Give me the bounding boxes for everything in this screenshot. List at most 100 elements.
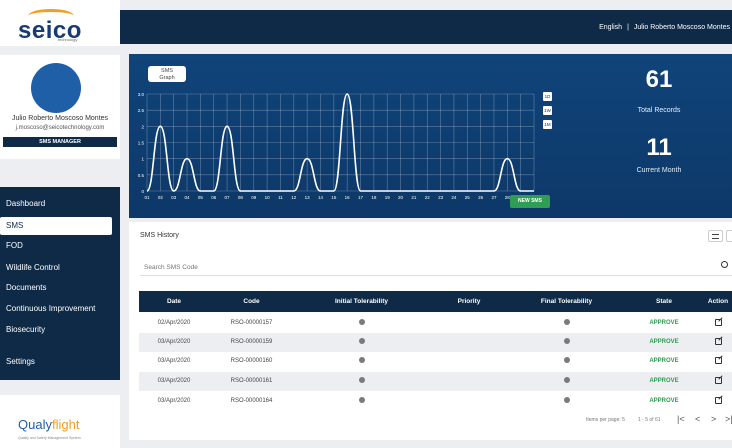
final-tolerability-dot [509,352,624,371]
x-tick-label: 15 [331,195,337,200]
x-tick-label: 26 [478,195,484,200]
pager-range: 1 - 5 of 61 [638,417,661,423]
cell-date: 03/Apr/2020 [157,378,191,384]
x-tick-label: 14 [318,195,324,200]
next-page-icon[interactable]: > [711,414,716,424]
language-selector[interactable]: English [599,24,622,31]
x-tick-label: 21 [411,195,417,200]
current-month-value: 11 [646,134,672,161]
search-bar [140,256,732,278]
cell-code: RSO-00000159 [230,339,273,345]
sidebar-item-continuous-improvement[interactable]: Continuous Improvement [0,300,120,318]
prev-page-icon[interactable]: < [695,414,700,424]
data-point [506,157,509,160]
cell-date: 03/Apr/2020 [157,398,191,404]
new-sms-button[interactable]: NEW SMS [510,195,550,208]
data-point [226,125,228,128]
cell-date: 03/Apr/2020 [157,339,191,345]
cell-state: APPROVE [649,378,679,384]
sidebar-item-sms[interactable]: SMS [0,217,112,235]
sms-graph-button[interactable]: SMS Graph [148,66,186,82]
x-tick-label: 09 [251,195,257,200]
y-tick-label: 1 [141,157,144,162]
table-row[interactable]: 02/Apr/2020 RSO-00000157 APPROVE [139,314,732,333]
sidebar-item-biosecurity[interactable]: Biosecurity [0,321,120,339]
x-tick-label: 10 [265,195,271,200]
cell-date: 02/Apr/2020 [157,320,191,326]
col-state[interactable]: State [624,291,704,312]
col-date[interactable]: Date [139,291,209,312]
cell-code: RSO-00000161 [230,378,273,384]
sidebar-item-fod[interactable]: FOD [0,237,120,255]
x-tick-label: 23 [438,195,444,200]
grid-view-button[interactable] [726,230,732,242]
y-tick-label: 3.0 [138,92,145,97]
col-initial-tolerability[interactable]: Initial Tolerability [294,291,429,312]
search-icon[interactable] [721,261,728,268]
profile-name: Julio Roberto Moscoso Montes [11,115,109,122]
cell-state: APPROVE [649,320,679,326]
toggle-1w[interactable]: 1W [543,106,552,115]
last-page-icon[interactable]: >| [725,414,732,424]
x-tick-label: 19 [385,195,391,200]
cell-code: RSO-00000160 [230,358,273,364]
x-tick-label: 24 [451,195,457,200]
total-records-label: Total Records [637,107,681,114]
first-page-icon[interactable]: |< [677,414,685,424]
cell-code: RSO-00000164 [230,398,273,404]
table-row[interactable]: 03/Apr/2020 RSO-00000159 APPROVE [139,333,732,352]
col-final-tolerability[interactable]: Final Tolerability [509,291,624,312]
sidebar-item-dashboard[interactable]: Dashboard [0,195,120,213]
history-title: SMS History [140,232,179,239]
avatar[interactable] [31,63,81,113]
x-tick-label: 27 [491,195,497,200]
col-code[interactable]: Code [209,291,294,312]
cell-state: APPROVE [649,398,679,404]
edit-icon[interactable] [704,372,732,391]
initial-tolerability-dot [294,352,429,371]
table-header: Date Code Initial Tolerability Priority … [139,291,732,312]
col-priority[interactable]: Priority [429,291,509,312]
final-tolerability-dot [509,314,624,333]
toggle-1d[interactable]: 1D [543,92,552,101]
x-tick-label: 04 [185,195,191,200]
col-action[interactable]: Action [704,291,732,312]
y-tick-label: 0.5 [138,173,145,178]
table-row[interactable]: 03/Apr/2020 RSO-00000160 APPROVE [139,352,732,371]
edit-icon[interactable] [704,352,732,371]
items-per-page[interactable]: Items per page: 5 [586,417,625,423]
qualyflight-subtext: Quality and Safety Management System [18,436,81,440]
sidebar-item-settings[interactable]: Settings [0,353,120,371]
x-tick-label: 07 [225,195,231,200]
seico-logo: seico technology [0,0,120,46]
toggle-1m[interactable]: 1M [543,120,552,129]
qualyflight-logo-text: Qualyflight [18,417,80,432]
x-tick-label: 22 [425,195,431,200]
x-tick-label: 17 [358,195,364,200]
list-view-button[interactable] [708,230,723,242]
search-input[interactable] [140,257,700,278]
profile-email: j.moscoso@seicotechnology.com [15,125,105,131]
initial-tolerability-dot [294,314,429,333]
user-name-link[interactable]: Julio Roberto Moscoso Montes [634,24,730,31]
y-tick-label: 2.5 [138,108,145,113]
initial-tolerability-dot [294,372,429,391]
final-tolerability-dot [509,392,624,411]
x-tick-label: 02 [158,195,164,200]
list-icon [712,234,719,239]
sidebar-item-wildlife-control[interactable]: Wildlife Control [0,259,120,277]
table-row[interactable]: 03/Apr/2020 RSO-00000161 APPROVE [139,372,732,391]
edit-icon[interactable] [704,333,732,352]
role-badge: SMS MANAGER [3,137,117,147]
sidebar-item-documents[interactable]: Documents [0,279,120,297]
x-tick-label: 25 [465,195,471,200]
edit-icon[interactable] [704,314,732,333]
x-tick-label: 16 [345,195,351,200]
data-point [306,157,308,160]
sms-history-panel: SMS History Date Code Initial Tolerabili… [129,222,732,440]
table-row[interactable]: 03/Apr/2020 RSO-00000164 APPROVE [139,392,732,411]
y-tick-label: 2 [141,124,144,129]
x-tick-label: 05 [198,195,204,200]
final-tolerability-dot [509,333,624,352]
edit-icon[interactable] [704,392,732,411]
